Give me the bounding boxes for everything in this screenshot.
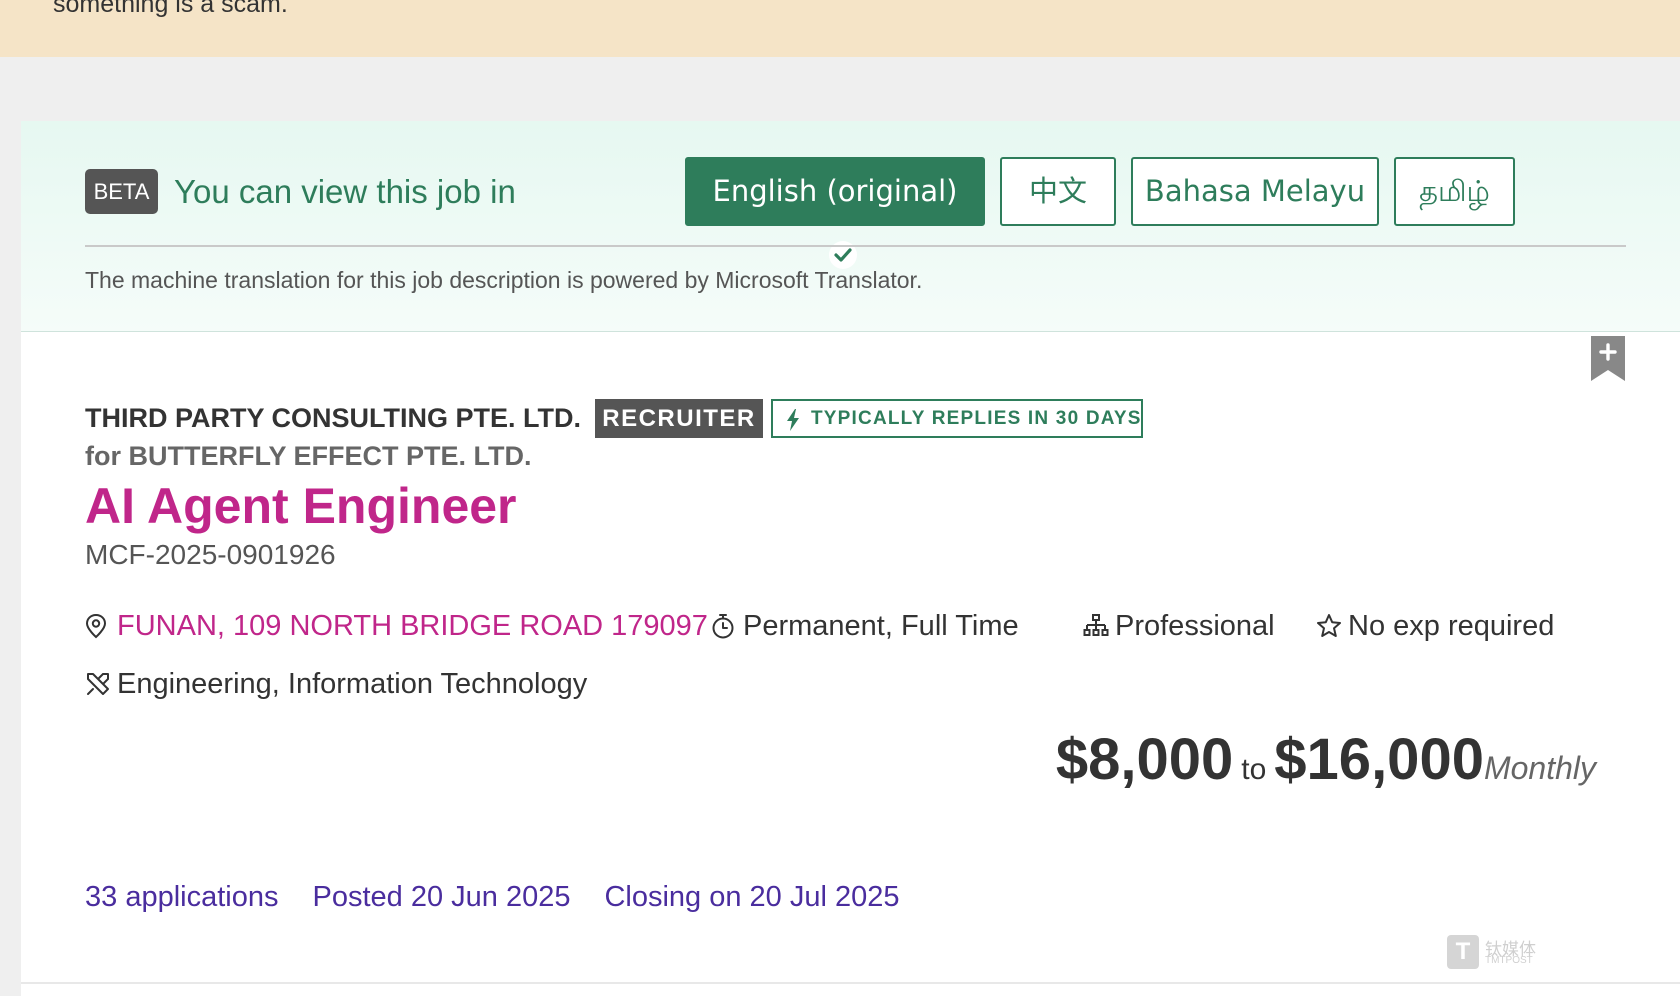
experience-required-label: No exp required — [1348, 610, 1555, 642]
company-name[interactable]: THIRD PARTY CONSULTING PTE. LTD. — [85, 398, 581, 438]
salary-to: to — [1241, 753, 1267, 786]
closing-date: Closing on 20 Jul 2025 — [604, 881, 900, 913]
translator-credit: The machine translation for this job des… — [85, 267, 923, 293]
lang-button-english[interactable]: English (original) — [685, 157, 985, 269]
beta-badge: BETA — [85, 169, 158, 214]
job-title: AI Agent Engineer — [85, 478, 517, 534]
job-stats: 33 applications Posted 20 Jun 2025 Closing… — [85, 881, 934, 914]
recruiter-badge: RECRUITER — [595, 399, 763, 438]
translation-panel: BETA You can view this job in English (o… — [21, 121, 1680, 332]
replies-badge: TYPICALLY REPLIES IN 30 DAYS — [771, 399, 1143, 438]
employment-type-label: Permanent, Full Time — [743, 610, 1019, 642]
salary-period: Monthly — [1483, 750, 1596, 786]
job-id: MCF-2025-0901926 — [85, 539, 336, 570]
lang-button-malay[interactable]: Bahasa Melayu — [1131, 157, 1379, 226]
save-job-bookmark-icon[interactable] — [1591, 336, 1625, 381]
star-icon — [1317, 614, 1341, 637]
salary-min: $8,000 — [1055, 727, 1234, 792]
replies-badge-label: TYPICALLY REPLIES IN 30 DAYS — [811, 408, 1142, 429]
tmtpost-watermark: T 钛媒体 TMTPOST — [1447, 935, 1539, 971]
stopwatch-icon — [712, 614, 734, 639]
hierarchy-icon — [1083, 614, 1109, 636]
seniority-level-label: Professional — [1115, 610, 1275, 642]
job-category-label: Engineering, Information Technology — [117, 668, 588, 700]
salary-max: $16,000 — [1274, 727, 1484, 792]
location-pin-icon — [85, 613, 107, 639]
translation-prompt: You can view this job in — [174, 173, 516, 210]
lang-button-chinese[interactable]: 中文 — [1000, 157, 1116, 226]
lang-button-tamil[interactable]: தமிழ் — [1394, 157, 1515, 226]
card-bottom-divider — [21, 982, 1680, 984]
job-card: BETA You can view this job in English (o… — [21, 121, 1680, 996]
scam-warning-text: something is a scam. — [53, 0, 288, 18]
lang-button-english-label: English (original) — [712, 174, 958, 208]
tools-icon — [87, 673, 109, 695]
applications-count: 33 applications — [85, 881, 279, 913]
translation-divider — [85, 245, 1626, 247]
posted-date: Posted 20 Jun 2025 — [312, 881, 571, 913]
job-location-label: FUNAN, 109 NORTH BRIDGE ROAD 179097 — [117, 610, 708, 642]
tmtpost-logo-icon: T — [1447, 935, 1479, 969]
lightning-icon — [787, 409, 799, 431]
watermark-en: TMTPOST — [1485, 955, 1533, 966]
scam-warning-banner: something is a scam. — [0, 0, 1680, 57]
salary-range: $8,000 to $16,000Monthly — [1056, 726, 1596, 793]
client-company: for BUTTERFLY EFFECT PTE. LTD. — [85, 441, 532, 471]
